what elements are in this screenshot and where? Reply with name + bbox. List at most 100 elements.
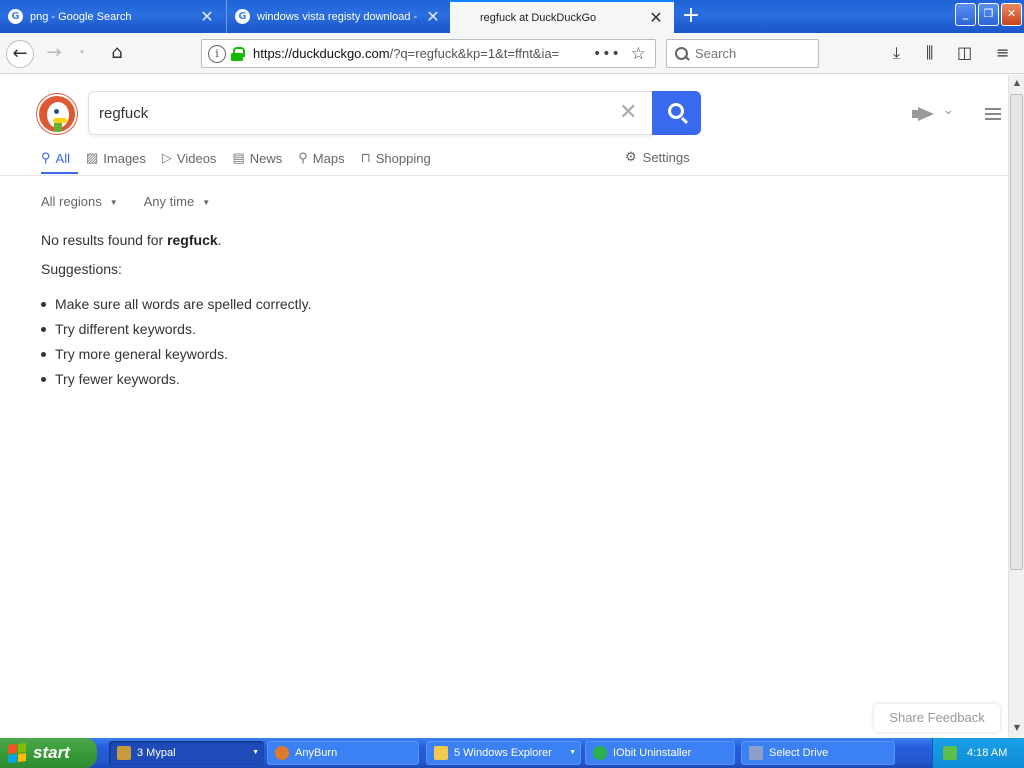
search-type-tabs: ⚲ All ▨ Images ▷ Videos ▤ News ⚲ Maps ⊓ … xyxy=(41,149,447,167)
url-text[interactable]: https://duckduckgo.com/?q=regfuck&kp=1&t… xyxy=(253,46,583,61)
network-icon[interactable] xyxy=(943,746,957,760)
region-filter-label: All regions xyxy=(41,194,102,209)
clear-search-icon[interactable]: ✕ xyxy=(619,100,637,125)
window-minimize-button[interactable]: _ xyxy=(955,3,976,26)
close-tab-icon[interactable]: ✕ xyxy=(646,8,666,27)
suggestion-item: Try fewer keywords. xyxy=(41,371,312,396)
region-filter-dropdown[interactable]: All regions ▼ xyxy=(41,194,118,209)
tab-images[interactable]: ▨ Images xyxy=(86,149,146,167)
browser-tab-strip: G png - Google Search ✕ G windows vista … xyxy=(0,0,1024,33)
tab-all[interactable]: ⚲ All xyxy=(41,149,70,167)
vertical-scrollbar[interactable]: ▲ ▼ xyxy=(1008,75,1024,738)
search-icon xyxy=(675,46,689,61)
caret-down-icon: ▼ xyxy=(109,198,118,208)
taskbar-item-label: AnyBurn xyxy=(295,747,338,759)
browser-toolbar: ← → • ⌂ i https://duckduckgo.com/?q=regf… xyxy=(0,33,1024,74)
search-icon: ⚲ xyxy=(41,150,51,165)
suggestions-list: Make sure all words are spelled correctl… xyxy=(41,296,312,396)
page-content: regfuck ✕ ⌄ ⚲ All ▨ Images ▷ Videos ▤ Ne… xyxy=(0,75,1008,738)
tab-label: Images xyxy=(103,150,146,166)
taskbar-item-label: Select Drive xyxy=(769,747,829,759)
suggestions-heading: Suggestions: xyxy=(41,261,122,277)
menu-icon[interactable]: ≡ xyxy=(996,43,1009,62)
search-placeholder: Search xyxy=(695,46,737,61)
taskbar-item-select-drive[interactable]: Select Drive xyxy=(741,741,895,765)
back-button[interactable]: ← xyxy=(6,40,34,68)
library-icon[interactable]: ⫼ xyxy=(926,43,933,63)
tab-videos[interactable]: ▷ Videos xyxy=(162,149,217,167)
sidebar-icon[interactable]: ◫ xyxy=(957,43,972,62)
tab-shopping[interactable]: ⊓ Shopping xyxy=(361,149,431,167)
map-pin-icon: ⚲ xyxy=(298,150,308,165)
image-icon: ▨ xyxy=(85,150,99,165)
taskbar-item-anyburn[interactable]: AnyBurn xyxy=(267,741,419,765)
url-host: https://duckduckgo.com xyxy=(253,46,390,61)
megaphone-icon[interactable] xyxy=(912,107,936,121)
new-tab-button[interactable]: + xyxy=(680,4,702,28)
url-path: /?q=regfuck&kp=1&t=ffnt&ia= xyxy=(389,46,560,61)
search-submit-button[interactable] xyxy=(652,91,701,135)
suggestion-item: Make sure all words are spelled correctl… xyxy=(41,296,312,321)
lock-icon xyxy=(231,46,245,61)
iobit-icon xyxy=(593,746,607,760)
share-feedback-button[interactable]: Share Feedback xyxy=(874,704,1000,732)
time-filter-label: Any time xyxy=(143,194,195,209)
taskbar-item-windows-explorer[interactable]: 5 Windows Explorer ▼ xyxy=(426,741,581,765)
tab-title: windows vista registy download - xyxy=(257,10,418,23)
ddg-menu-icon[interactable] xyxy=(985,108,1001,120)
browser-tab-google-png[interactable]: G png - Google Search ✕ xyxy=(0,0,225,33)
caret-down-icon: ▼ xyxy=(252,749,259,756)
search-filters: All regions ▼ Any time ▼ xyxy=(41,194,236,209)
tab-label: All xyxy=(55,150,70,166)
windows-taskbar: start 3 Mypal ▼ AnyBurn 5 Windows Explor… xyxy=(0,738,1024,768)
drive-icon xyxy=(749,746,763,760)
browser-tab-duckduckgo[interactable]: regfuck at DuckDuckGo ✕ xyxy=(450,0,674,33)
bookmark-star-icon[interactable]: ☆ xyxy=(631,44,646,64)
reload-icon[interactable]: • xyxy=(68,40,96,68)
taskbar-item-label: 3 Mypal xyxy=(137,747,176,759)
tab-title: png - Google Search xyxy=(30,10,132,23)
google-g-icon: G xyxy=(8,9,23,24)
caret-down-icon: ▼ xyxy=(569,749,576,756)
start-button[interactable]: start xyxy=(0,738,97,768)
no-results-message: No results found for regfuck. xyxy=(41,232,222,248)
home-button[interactable]: ⌂ xyxy=(103,40,131,68)
ddg-search-input[interactable]: regfuck ✕ xyxy=(88,91,653,135)
chevron-down-icon[interactable]: ⌄ xyxy=(943,103,954,118)
scroll-down-icon[interactable]: ▼ xyxy=(1012,723,1022,732)
window-restore-button[interactable]: ❐ xyxy=(978,3,999,26)
sliders-icon: ⚙ xyxy=(625,149,637,164)
clock[interactable]: 4:18 AM xyxy=(967,747,1007,759)
window-close-button[interactable]: ✕ xyxy=(1001,3,1022,26)
browser-search-field[interactable]: Search xyxy=(666,39,819,68)
taskbar-item-mypal[interactable]: 3 Mypal ▼ xyxy=(109,741,264,765)
settings-link[interactable]: ⚙ Settings xyxy=(625,149,690,165)
time-filter-dropdown[interactable]: Any time ▼ xyxy=(144,194,211,209)
suggestion-item: Try more general keywords. xyxy=(41,346,312,371)
settings-label: Settings xyxy=(642,149,690,165)
taskbar-item-iobit-uninstaller[interactable]: IObit Uninstaller xyxy=(585,741,735,765)
search-query-text: regfuck xyxy=(99,105,149,122)
header-divider xyxy=(0,175,1008,176)
tab-label: Videos xyxy=(176,150,217,166)
no-results-prefix: No results found for xyxy=(41,232,164,248)
mypal-icon xyxy=(117,746,131,760)
scrollbar-thumb[interactable] xyxy=(1010,94,1023,570)
browser-tab-vista-registry[interactable]: G windows vista registy download - ✕ xyxy=(226,0,451,33)
scroll-up-icon[interactable]: ▲ xyxy=(1012,78,1022,87)
no-results-query: regfuck xyxy=(167,232,218,248)
start-label: start xyxy=(33,743,70,762)
forward-button[interactable]: → xyxy=(40,40,68,68)
suggestion-item: Try different keywords. xyxy=(41,321,312,346)
downloads-icon[interactable]: ⤓ xyxy=(893,43,900,63)
page-actions-icon[interactable]: ••• xyxy=(593,46,621,62)
duckduckgo-logo[interactable] xyxy=(37,94,77,134)
shopping-bag-icon: ⊓ xyxy=(360,150,371,165)
close-tab-icon[interactable]: ✕ xyxy=(423,7,443,26)
tab-maps[interactable]: ⚲ Maps xyxy=(298,149,344,167)
tab-news[interactable]: ▤ News xyxy=(232,149,282,167)
url-bar[interactable]: i https://duckduckgo.com/?q=regfuck&kp=1… xyxy=(201,39,656,68)
folder-icon xyxy=(434,746,448,760)
close-tab-icon[interactable]: ✕ xyxy=(197,7,217,26)
info-icon[interactable]: i xyxy=(208,44,226,63)
